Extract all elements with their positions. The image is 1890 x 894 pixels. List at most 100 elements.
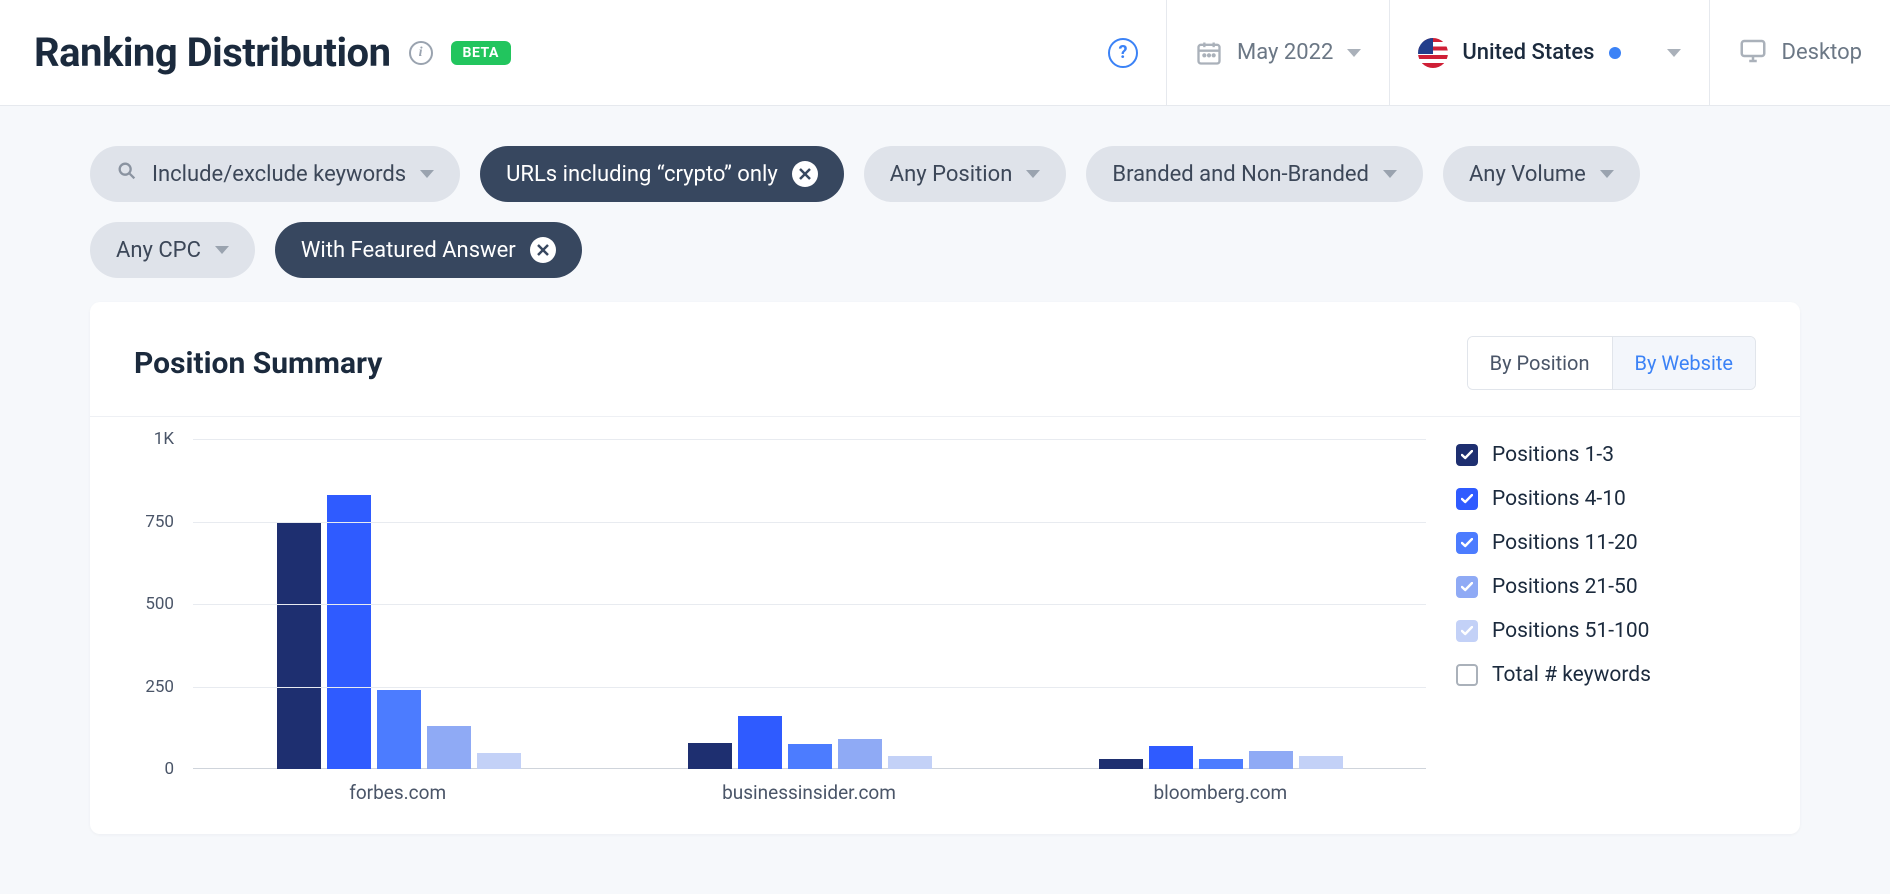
help-icon: ? xyxy=(1108,38,1138,68)
y-tick: 750 xyxy=(145,512,174,532)
page-header: Ranking Distribution i BETA ? May 2022 U… xyxy=(0,0,1890,106)
card-title: Position Summary xyxy=(134,346,382,381)
device-selector[interactable]: Desktop xyxy=(1709,0,1890,105)
grid-line xyxy=(193,604,1426,605)
x-axis-labels: forbes.combusinessinsider.combloomberg.c… xyxy=(192,769,1426,804)
clear-filter-button[interactable] xyxy=(530,237,556,263)
legend-label: Positions 1-3 xyxy=(1492,443,1614,467)
filter-urls[interactable]: URLs including “crypto” only xyxy=(480,146,844,202)
card-header: Position Summary By Position By Website xyxy=(90,336,1800,417)
chip-label: With Featured Answer xyxy=(301,238,516,263)
date-selector[interactable]: May 2022 xyxy=(1166,0,1389,105)
checkbox-checked-icon xyxy=(1456,532,1478,554)
view-toggle: By Position By Website xyxy=(1467,336,1756,390)
legend-item[interactable]: Positions 51-100 xyxy=(1456,619,1756,643)
chip-label: URLs including “crypto” only xyxy=(506,162,778,187)
checkbox-checked-icon xyxy=(1456,488,1478,510)
legend-item[interactable]: Positions 21-50 xyxy=(1456,575,1756,599)
chevron-down-icon xyxy=(215,246,229,254)
x-label: businessinsider.com xyxy=(603,769,1014,804)
chip-label: Include/exclude keywords xyxy=(152,162,406,187)
desktop-icon xyxy=(1738,36,1768,70)
bar[interactable] xyxy=(788,744,832,769)
header-controls: ? May 2022 United States Desktop xyxy=(1080,0,1890,105)
bar[interactable] xyxy=(427,726,471,769)
bar[interactable] xyxy=(477,753,521,770)
bar[interactable] xyxy=(838,739,882,769)
info-icon[interactable]: i xyxy=(409,41,433,65)
grid-line xyxy=(193,522,1426,523)
checkbox-checked-icon xyxy=(1456,576,1478,598)
status-dot-icon xyxy=(1609,47,1621,59)
help-button[interactable]: ? xyxy=(1080,0,1166,105)
legend-label: Positions 21-50 xyxy=(1492,575,1638,599)
search-icon xyxy=(116,160,138,188)
clear-filter-button[interactable] xyxy=(792,161,818,187)
bar[interactable] xyxy=(1149,746,1193,769)
device-value: Desktop xyxy=(1782,40,1863,65)
bar[interactable] xyxy=(327,495,371,769)
filter-volume[interactable]: Any Volume xyxy=(1443,146,1640,202)
chevron-down-icon xyxy=(1667,49,1681,57)
chevron-down-icon xyxy=(420,170,434,178)
checkbox-checked-icon xyxy=(1456,444,1478,466)
chip-label: Any CPC xyxy=(116,238,201,263)
chevron-down-icon xyxy=(1383,170,1397,178)
chart: 02505007501K forbes.combusinessinsider.c… xyxy=(122,439,1426,804)
y-tick: 250 xyxy=(145,677,174,697)
filter-bar: Include/exclude keywords URLs including … xyxy=(0,106,1890,302)
bar[interactable] xyxy=(688,743,732,769)
filter-keywords[interactable]: Include/exclude keywords xyxy=(90,146,460,202)
y-tick: 0 xyxy=(164,759,174,779)
country-value: United States xyxy=(1462,40,1594,65)
filter-cpc[interactable]: Any CPC xyxy=(90,222,255,278)
tab-by-website[interactable]: By Website xyxy=(1612,337,1756,389)
bar[interactable] xyxy=(738,716,782,769)
x-label: bloomberg.com xyxy=(1015,769,1426,804)
bar[interactable] xyxy=(1299,756,1343,769)
bar[interactable] xyxy=(1199,759,1243,769)
filter-featured[interactable]: With Featured Answer xyxy=(275,222,582,278)
chevron-down-icon xyxy=(1347,49,1361,57)
chip-label: Branded and Non-Branded xyxy=(1112,162,1369,187)
chart-row: 02505007501K forbes.combusinessinsider.c… xyxy=(90,417,1800,804)
bar[interactable] xyxy=(377,690,421,769)
calendar-icon xyxy=(1195,39,1223,67)
page-title: Ranking Distribution xyxy=(34,29,391,76)
chip-label: Any Volume xyxy=(1469,162,1586,187)
checkbox-unchecked-icon xyxy=(1456,664,1478,686)
flag-us-icon xyxy=(1418,38,1448,68)
chevron-down-icon xyxy=(1026,170,1040,178)
tab-by-position[interactable]: By Position xyxy=(1468,337,1612,389)
chip-label: Any Position xyxy=(890,162,1013,187)
chevron-down-icon xyxy=(1600,170,1614,178)
legend-item[interactable]: Total # keywords xyxy=(1456,663,1756,687)
legend-item[interactable]: Positions 11-20 xyxy=(1456,531,1756,555)
bar[interactable] xyxy=(1249,751,1293,769)
legend-label: Positions 11-20 xyxy=(1492,531,1638,555)
header-title-wrap: Ranking Distribution i BETA xyxy=(34,29,1080,76)
position-summary-card: Position Summary By Position By Website … xyxy=(90,302,1800,834)
plot-area xyxy=(192,439,1426,769)
grid-line xyxy=(193,687,1426,688)
close-icon xyxy=(537,244,549,256)
bar[interactable] xyxy=(1099,759,1143,769)
y-tick: 500 xyxy=(145,594,174,614)
country-selector[interactable]: United States xyxy=(1389,0,1708,105)
filter-position[interactable]: Any Position xyxy=(864,146,1067,202)
checkbox-checked-icon xyxy=(1456,620,1478,642)
filter-branded[interactable]: Branded and Non-Branded xyxy=(1086,146,1423,202)
bar[interactable] xyxy=(888,756,932,769)
y-axis: 02505007501K xyxy=(122,439,182,772)
bar[interactable] xyxy=(277,522,321,770)
legend: Positions 1-3 Positions 4-10 Positions 11-… xyxy=(1456,439,1756,804)
legend-item[interactable]: Positions 1-3 xyxy=(1456,443,1756,467)
date-value: May 2022 xyxy=(1237,40,1333,65)
legend-item[interactable]: Positions 4-10 xyxy=(1456,487,1756,511)
legend-label: Positions 4-10 xyxy=(1492,487,1626,511)
close-icon xyxy=(799,168,811,180)
legend-label: Positions 51-100 xyxy=(1492,619,1649,643)
grid-line xyxy=(193,439,1426,440)
legend-label: Total # keywords xyxy=(1492,663,1651,687)
x-label: forbes.com xyxy=(192,769,603,804)
